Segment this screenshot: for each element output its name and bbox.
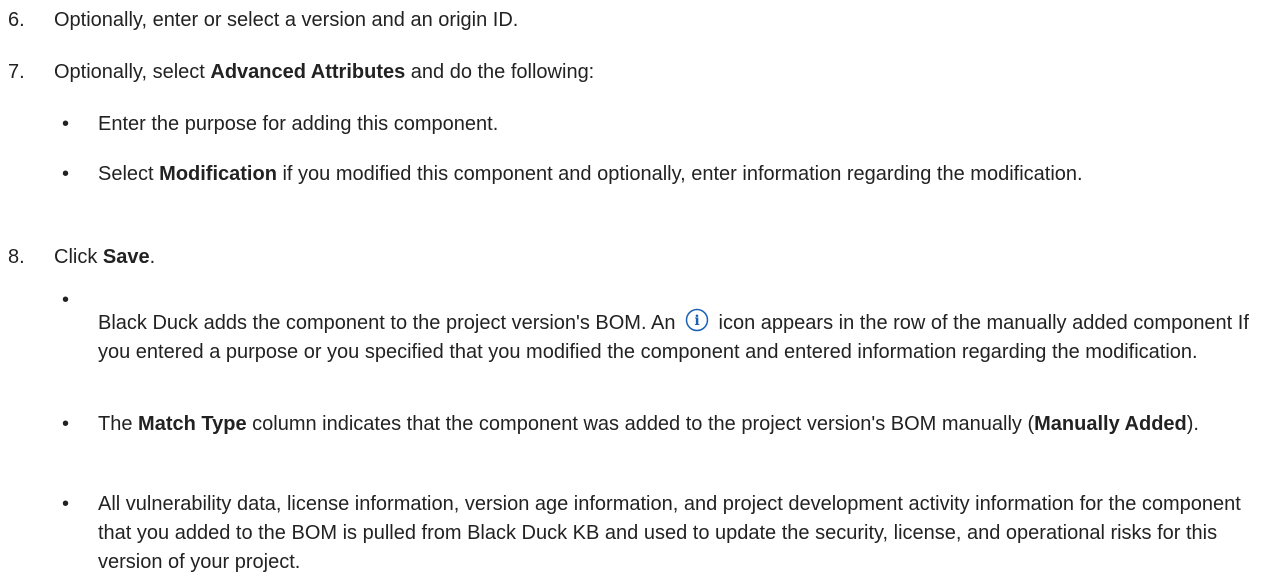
step-text: Optionally, enter or select a version an…	[54, 9, 519, 31]
bullet-marker: •	[62, 113, 70, 135]
bullet-marker: •	[62, 163, 70, 185]
step-number: 6.	[8, 9, 25, 31]
ui-term-manually-added: Manually Added	[1034, 413, 1187, 435]
svg-text:i: i	[694, 313, 699, 329]
step-text: Click Save.	[54, 246, 156, 268]
info-icon: i	[685, 308, 709, 332]
step-number: 7.	[8, 61, 25, 83]
ui-term-modification: Modification	[159, 163, 277, 185]
documentation-page: 6. Optionally, enter or select a version…	[0, 0, 1286, 581]
bullet-marker: •	[62, 413, 70, 435]
bullet-text: Select Modification if you modified this…	[98, 163, 1083, 185]
bullet-marker: •	[62, 493, 70, 515]
bullet-text: Enter the purpose for adding this compon…	[98, 113, 499, 135]
ui-term-match-type: Match Type	[138, 413, 247, 435]
bullet-text: All vulnerability data, license informat…	[98, 493, 1241, 573]
step-text: Optionally, select Advanced Attributes a…	[54, 61, 595, 83]
ui-term-advanced-attributes: Advanced Attributes	[210, 61, 406, 83]
ui-term-save: Save	[102, 246, 150, 268]
bullet-marker: •	[62, 289, 70, 311]
step-number: 8.	[8, 246, 25, 268]
bullet-text: The Match Type column indicates that the…	[98, 413, 1199, 435]
bullet-text: Black Duck adds the component to the pro…	[98, 308, 1268, 367]
